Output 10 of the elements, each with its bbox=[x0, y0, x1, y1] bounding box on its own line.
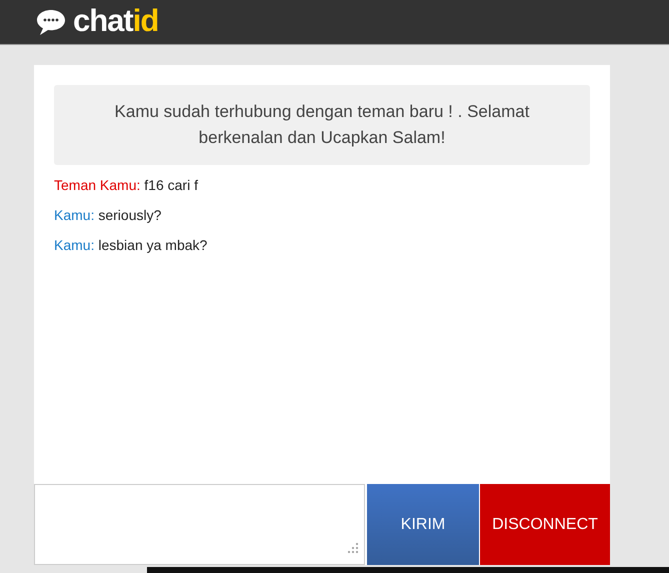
disconnect-button[interactable]: DISCONNECT bbox=[480, 484, 610, 565]
chat-message: Kamu: lesbian ya mbak? bbox=[54, 236, 208, 255]
chat-message: Kamu: seriously? bbox=[54, 206, 162, 225]
notice-box: Kamu sudah terhubung dengan teman baru ! . Selamat berkenalan dan Ucapkan Salam! bbox=[54, 85, 590, 165]
resize-handle-icon bbox=[347, 542, 359, 554]
send-button[interactable]: KIRIM bbox=[367, 484, 479, 565]
logo[interactable]: chatid bbox=[73, 4, 158, 36]
chat-message: Teman Kamu: f16 cari f bbox=[54, 176, 199, 195]
speech-bubble-icon bbox=[35, 8, 67, 36]
message-field[interactable] bbox=[34, 484, 365, 565]
